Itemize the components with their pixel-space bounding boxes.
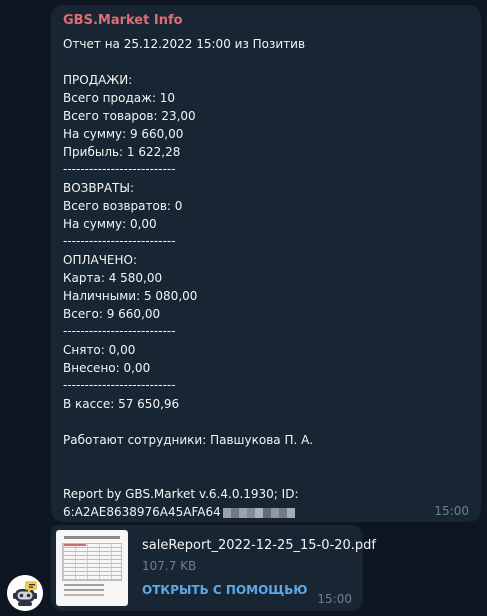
thumbnail-highlight [64, 544, 86, 546]
report-line: Всего продаж: 10 [63, 91, 176, 105]
report-message-bubble: GBS.Market Info Отчет на 25.12.2022 15:0… [51, 5, 481, 522]
report-line: Внесено: 0,00 [63, 361, 151, 375]
thumbnail-table [62, 543, 122, 581]
report-line: -------------------------- [63, 162, 176, 176]
report-line: Прибыль: 1 622,28 [63, 145, 181, 159]
bot-avatar-icon[interactable] [7, 575, 43, 611]
report-line: Всего товаров: 23,00 [63, 109, 196, 123]
report-line: -------------------------- [63, 378, 176, 392]
thumbnail-header [64, 536, 120, 539]
report-line: Отчет на 25.12.2022 15:00 из Позитив [63, 37, 306, 51]
redacted-id-blur [222, 507, 295, 518]
pdf-thumbnail[interactable] [56, 530, 128, 606]
report-line: На сумму: 9 660,00 [63, 127, 184, 141]
file-name[interactable]: saleReport_2022-12-25_15-0-20.pdf [142, 538, 376, 553]
report-line: ОПЛАЧЕНО: [63, 253, 138, 267]
report-id-text: 6:A2AE8638976A45AFA64 [63, 505, 221, 519]
report-line: Всего возвратов: 0 [63, 199, 183, 213]
report-line: Карта: 4 580,00 [63, 271, 163, 285]
report-id-line: 6:A2AE8638976A45AFA64 [63, 505, 295, 519]
report-line: Наличными: 5 080,00 [63, 289, 198, 303]
message-time: 15:00 [434, 504, 469, 518]
file-size: 107.7 KB [142, 559, 197, 573]
report-line: Report by GBS.Market v.6.4.0.1930; ID: [63, 487, 299, 501]
report-line: -------------------------- [63, 324, 176, 338]
open-with-button[interactable]: ОТКРЫТЬ С ПОМОЩЬЮ [142, 583, 307, 597]
thumbnail-footer [64, 584, 104, 586]
report-line: Снято: 0,00 [63, 343, 136, 357]
report-line: ВОЗВРАТЫ: [63, 181, 135, 195]
report-line: -------------------------- [63, 234, 176, 248]
report-line: ПРОДАЖИ: [63, 73, 133, 87]
robot-icon [7, 575, 43, 611]
report-line: Всего: 9 660,00 [63, 307, 161, 321]
file-message-bubble: saleReport_2022-12-25_15-0-20.pdf 107.7 … [51, 525, 376, 611]
report-line: На сумму: 0,00 [63, 217, 157, 231]
report-line: В кассе: 57 650,96 [63, 397, 180, 411]
sender-name[interactable]: GBS.Market Info [63, 13, 183, 28]
message-time: 15:00 [317, 592, 352, 606]
report-line: Работают сотрудники: Павшукова П. А. [63, 433, 314, 447]
